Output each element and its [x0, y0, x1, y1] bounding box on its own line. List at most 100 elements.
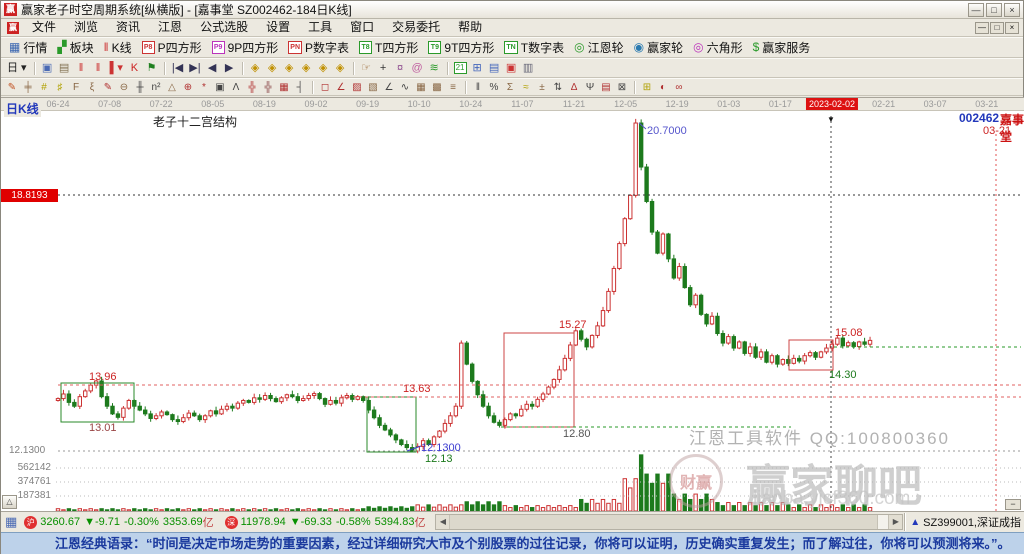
tool-icon[interactable]: ▤ — [598, 81, 614, 94]
tool-icon[interactable]: ▣ — [503, 61, 520, 76]
tool-icon[interactable]: ◈ — [247, 61, 264, 76]
menu-item-公式选股[interactable]: 公式选股 — [191, 19, 257, 36]
horizontal-scrollbar[interactable]: ◀ ▶ — [435, 514, 903, 530]
tool-icon[interactable]: ╫ — [132, 81, 148, 94]
tool-icon[interactable]: F — [68, 81, 84, 94]
toolbar-button-江恩轮[interactable]: ◎江恩轮 — [569, 39, 629, 57]
menu-item-交易委托[interactable]: 交易委托 — [383, 19, 449, 36]
scroll-right-button[interactable]: ▶ — [888, 515, 902, 529]
toolbar-button-P数字表[interactable]: PNP数字表 — [283, 39, 354, 57]
tool-icon[interactable]: ‖ — [90, 61, 107, 76]
tool-icon[interactable]: ∠ — [333, 81, 349, 94]
toolbar-button-六角形[interactable]: ◎六角形 — [688, 39, 748, 57]
tool-icon[interactable]: n² — [148, 81, 164, 94]
tool-icon[interactable]: ⊕ — [180, 81, 196, 94]
tool-icon[interactable]: ξ — [84, 81, 100, 94]
tool-icon[interactable]: + — [375, 61, 392, 76]
tool-icon[interactable]: ◈ — [281, 61, 298, 76]
tool-icon[interactable]: ⊞ — [469, 61, 486, 76]
tool-icon[interactable]: ▌▾ — [107, 61, 126, 76]
tool-icon[interactable]: ▧ — [365, 81, 381, 94]
tool-icon[interactable]: ▨ — [349, 81, 365, 94]
tool-icon[interactable]: ▦ — [276, 81, 292, 94]
tool-icon[interactable]: ∠ — [381, 81, 397, 94]
tool-icon[interactable]: * — [196, 81, 212, 94]
menu-item-资讯[interactable]: 资讯 — [107, 19, 149, 36]
toolbar-button-行情[interactable]: ▦行情 — [4, 39, 52, 57]
tool-icon[interactable]: ◈ — [332, 61, 349, 76]
tool-icon[interactable]: Λ — [228, 81, 244, 94]
close-button[interactable]: × — [1004, 3, 1020, 17]
tool-icon[interactable]: ╬ — [244, 81, 260, 94]
tool-icon[interactable]: % — [486, 81, 502, 94]
tool-icon[interactable]: ∞ — [671, 81, 687, 94]
menu-item-文件[interactable]: 文件 — [23, 19, 65, 36]
tool-icon[interactable]: ‖ — [470, 81, 486, 94]
tool-icon[interactable]: ▶ — [221, 61, 238, 76]
scrollbar-thumb[interactable] — [450, 515, 878, 529]
quote-grid-icon[interactable]: ▦ — [5, 514, 17, 530]
mdi-close-button[interactable]: × — [1005, 22, 1019, 34]
tool-icon[interactable]: ◐ — [655, 81, 671, 94]
tool-icon[interactable]: ▥ — [520, 61, 537, 76]
tool-icon[interactable]: ▤ — [486, 61, 503, 76]
tool-icon[interactable]: ◈ — [315, 61, 332, 76]
tool-icon[interactable]: ◈ — [298, 61, 315, 76]
tool-icon[interactable]: ▣ — [39, 61, 56, 76]
tool-icon[interactable]: ╪ — [20, 81, 36, 94]
toolbar-button-9T四方形[interactable]: T99T四方形 — [423, 39, 499, 57]
tool-icon[interactable]: ◀ — [204, 61, 221, 76]
tool-icon[interactable]: ✎ — [100, 81, 116, 94]
tool-icon[interactable]: ▤ — [56, 61, 73, 76]
tool-icon[interactable]: △ — [164, 81, 180, 94]
tool-icon[interactable]: 日 ▾ — [4, 61, 30, 76]
minimize-button[interactable]: — — [968, 3, 984, 17]
tool-icon[interactable]: ♯ — [52, 81, 68, 94]
menu-item-浏览[interactable]: 浏览 — [65, 19, 107, 36]
tool-icon[interactable]: ± — [534, 81, 550, 94]
tool-icon[interactable]: ▣ — [212, 81, 228, 94]
tool-icon[interactable]: K — [126, 61, 143, 76]
period-label[interactable]: 日K线 — [4, 100, 41, 117]
tool-icon[interactable]: ▦ — [413, 81, 429, 94]
tool-icon[interactable]: # — [36, 81, 52, 94]
tool-icon[interactable]: ◻ — [317, 81, 333, 94]
menu-item-帮助[interactable]: 帮助 — [449, 19, 491, 36]
toolbar-button-9P四方形[interactable]: P99P四方形 — [207, 39, 284, 57]
tool-icon[interactable]: ☞ — [358, 61, 375, 76]
tool-icon[interactable]: ‖ — [73, 61, 90, 76]
menu-item-设置[interactable]: 设置 — [257, 19, 299, 36]
tool-icon[interactable]: ▶| — [186, 61, 203, 76]
tool-icon[interactable]: ⚑ — [143, 61, 160, 76]
tool-icon[interactable]: ┤ — [292, 81, 308, 94]
maximize-button[interactable]: □ — [986, 3, 1002, 17]
tool-icon[interactable]: ≈ — [518, 81, 534, 94]
menu-item-窗口[interactable]: 窗口 — [341, 19, 383, 36]
tool-icon[interactable]: ▩ — [429, 81, 445, 94]
toolbar-button-T四方形[interactable]: T8T四方形 — [354, 39, 423, 57]
scroll-left-button[interactable]: ◀ — [436, 515, 450, 529]
tool-icon[interactable]: ╬ — [260, 81, 276, 94]
tool-icon[interactable]: Σ — [502, 81, 518, 94]
tool-icon[interactable]: ∿ — [397, 81, 413, 94]
splitter-minimize-button[interactable]: − — [1005, 499, 1021, 510]
tool-icon[interactable]: ⊖ — [116, 81, 132, 94]
toolbar-button-T数字表[interactable]: TNT数字表 — [499, 39, 569, 57]
menu-item-工具[interactable]: 工具 — [299, 19, 341, 36]
tool-icon[interactable]: @ — [409, 61, 426, 76]
toolbar-button-P四方形[interactable]: P8P四方形 — [137, 39, 207, 57]
tool-icon[interactable]: Ψ — [582, 81, 598, 94]
toolbar-button-赢家轮[interactable]: ◉赢家轮 — [629, 39, 689, 57]
toolbar-button-K线[interactable]: ‖K线 — [99, 39, 137, 57]
mdi-minimize-button[interactable]: — — [975, 22, 989, 34]
tool-icon[interactable]: ¤ — [392, 61, 409, 76]
tool-icon[interactable]: 21 — [454, 62, 467, 74]
tool-icon[interactable]: ∆ — [566, 81, 582, 94]
tool-icon[interactable]: ⇅ — [550, 81, 566, 94]
tool-icon[interactable]: ⊠ — [614, 81, 630, 94]
mdi-restore-button[interactable]: □ — [990, 22, 1004, 34]
tool-icon[interactable]: ≡ — [445, 81, 461, 94]
pane-toggle-button[interactable]: △ — [2, 495, 17, 509]
toolbar-button-板块[interactable]: ▞板块 — [52, 39, 98, 57]
tool-icon[interactable]: |◀ — [169, 61, 186, 76]
